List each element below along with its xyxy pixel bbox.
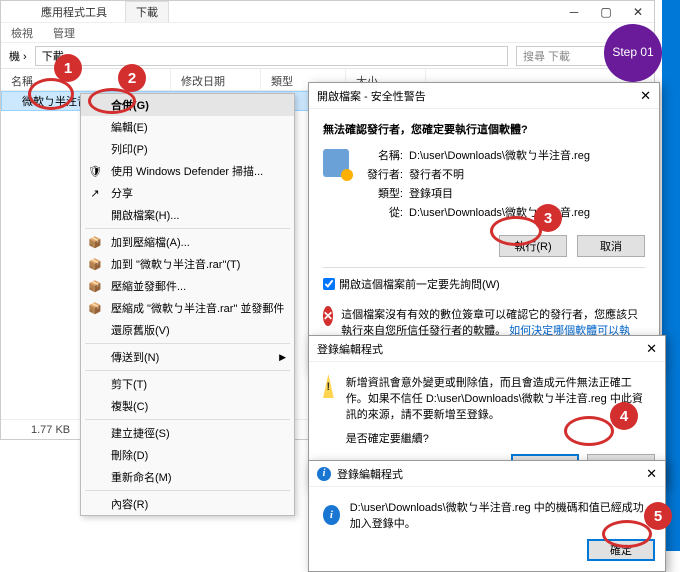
- context-menu: 合併(G) 編輯(E) 列印(P) 🛡使用 Windows Defender 掃…: [80, 93, 295, 516]
- ctx-addrar[interactable]: 📦加到 "微軟ㄅ半注音.rar"(T): [81, 253, 294, 275]
- dialog-title: 開啟檔案 - 安全性警告: [317, 88, 426, 104]
- ctx-defender[interactable]: 🛡使用 Windows Defender 掃描...: [81, 160, 294, 182]
- ctx-sendto[interactable]: 傳送到(N)▶: [81, 346, 294, 368]
- ctx-delete[interactable]: 刪除(D): [81, 444, 294, 466]
- archive-icon: 📦: [87, 302, 103, 315]
- window-controls: ─ ▢ ✕: [558, 1, 654, 23]
- share-icon: ↗: [87, 187, 103, 200]
- close-button[interactable]: ✕: [622, 1, 654, 23]
- marker-5: 5: [644, 502, 672, 530]
- chevron-right-icon: ▶: [279, 352, 286, 363]
- info-icon: i: [317, 467, 331, 481]
- ctx-print[interactable]: 列印(P): [81, 138, 294, 160]
- dialog-title: 登錄編輯程式: [337, 466, 403, 482]
- archive-icon: 📦: [87, 280, 103, 293]
- warning-icon: ✕: [323, 306, 333, 326]
- separator: [85, 490, 290, 491]
- explorer-address-bar: 機 › 下載 搜尋 下載: [1, 43, 654, 69]
- highlight-ring-1: [28, 78, 74, 110]
- ctx-copy[interactable]: 複製(C): [81, 395, 294, 417]
- submenu-view[interactable]: 檢視: [11, 25, 33, 41]
- ctx-addarchive[interactable]: 📦加到壓縮檔(A)...: [81, 231, 294, 253]
- ribbon-tab-downloads[interactable]: 下載: [125, 1, 169, 22]
- warning-question: 無法確認發行者，您確定要執行這個軟體?: [323, 121, 645, 137]
- maximize-button[interactable]: ▢: [590, 1, 622, 23]
- submenu-manage[interactable]: 管理: [53, 25, 75, 41]
- col-date[interactable]: 修改日期: [171, 69, 261, 90]
- explorer-ribbon: 應用程式工具 下載 ─ ▢ ✕: [1, 1, 654, 23]
- shield-icon: 🛡: [87, 165, 103, 178]
- separator: [85, 419, 290, 420]
- ribbon-tool-label: 應用程式工具: [41, 4, 107, 20]
- separator: [85, 343, 290, 344]
- warning-triangle-icon: [323, 374, 334, 398]
- ctx-openwith[interactable]: 開啟檔案(H)...: [81, 204, 294, 226]
- dialog-titlebar: 登錄編輯程式 ✕: [309, 336, 665, 362]
- archive-icon: 📦: [87, 258, 103, 271]
- step-badge: Step 01: [604, 24, 662, 82]
- ctx-rarmail[interactable]: 📦壓縮成 "微軟ㄅ半注音.rar" 並發郵件: [81, 297, 294, 319]
- highlight-ring-5: [602, 520, 652, 548]
- dialog-titlebar: 開啟檔案 - 安全性警告 ✕: [309, 83, 659, 109]
- dialog-title: 登錄編輯程式: [317, 341, 383, 357]
- registry-success-dialog: i 登錄編輯程式 ✕ i D:\user\Downloads\微軟ㄅ半注音.re…: [308, 460, 666, 572]
- highlight-ring-4: [564, 416, 614, 446]
- ctx-cut[interactable]: 剪下(T): [81, 373, 294, 395]
- cancel-button[interactable]: 取消: [577, 235, 645, 257]
- close-icon[interactable]: ✕: [640, 88, 651, 104]
- marker-1: 1: [54, 54, 82, 82]
- marker-2: 2: [118, 64, 146, 92]
- ctx-restore[interactable]: 還原舊版(V): [81, 319, 294, 341]
- file-type-icon: [323, 149, 349, 177]
- close-icon[interactable]: ✕: [646, 466, 657, 482]
- breadcrumb-prefix: 機 ›: [9, 48, 27, 64]
- marker-4: 4: [610, 402, 638, 430]
- always-ask-checkbox[interactable]: [323, 278, 335, 290]
- ctx-share[interactable]: ↗分享: [81, 182, 294, 204]
- close-icon[interactable]: ✕: [646, 341, 657, 357]
- marker-3: 3: [534, 204, 562, 232]
- ctx-properties[interactable]: 內容(R): [81, 493, 294, 515]
- separator: [85, 228, 290, 229]
- info-icon: i: [323, 505, 340, 525]
- ctx-edit[interactable]: 編輯(E): [81, 116, 294, 138]
- breadcrumb[interactable]: 下載: [35, 46, 508, 66]
- ctx-rename[interactable]: 重新命名(M): [81, 466, 294, 488]
- security-warning-dialog: 開啟檔案 - 安全性警告 ✕ 無法確認發行者，您確定要執行這個軟體? 名稱:D:…: [308, 82, 660, 371]
- highlight-ring-2: [88, 88, 136, 114]
- checkbox-label: 開啟這個檔案前一定要先詢問(W): [339, 276, 500, 292]
- dialog-titlebar: i 登錄編輯程式 ✕: [309, 461, 665, 487]
- archive-icon: 📦: [87, 236, 103, 249]
- ctx-shortcut[interactable]: 建立捷徑(S): [81, 422, 294, 444]
- separator: [85, 370, 290, 371]
- explorer-submenu: 檢視 管理: [1, 23, 654, 43]
- minimize-button[interactable]: ─: [558, 1, 590, 23]
- ctx-zipmail[interactable]: 📦壓縮並發郵件...: [81, 275, 294, 297]
